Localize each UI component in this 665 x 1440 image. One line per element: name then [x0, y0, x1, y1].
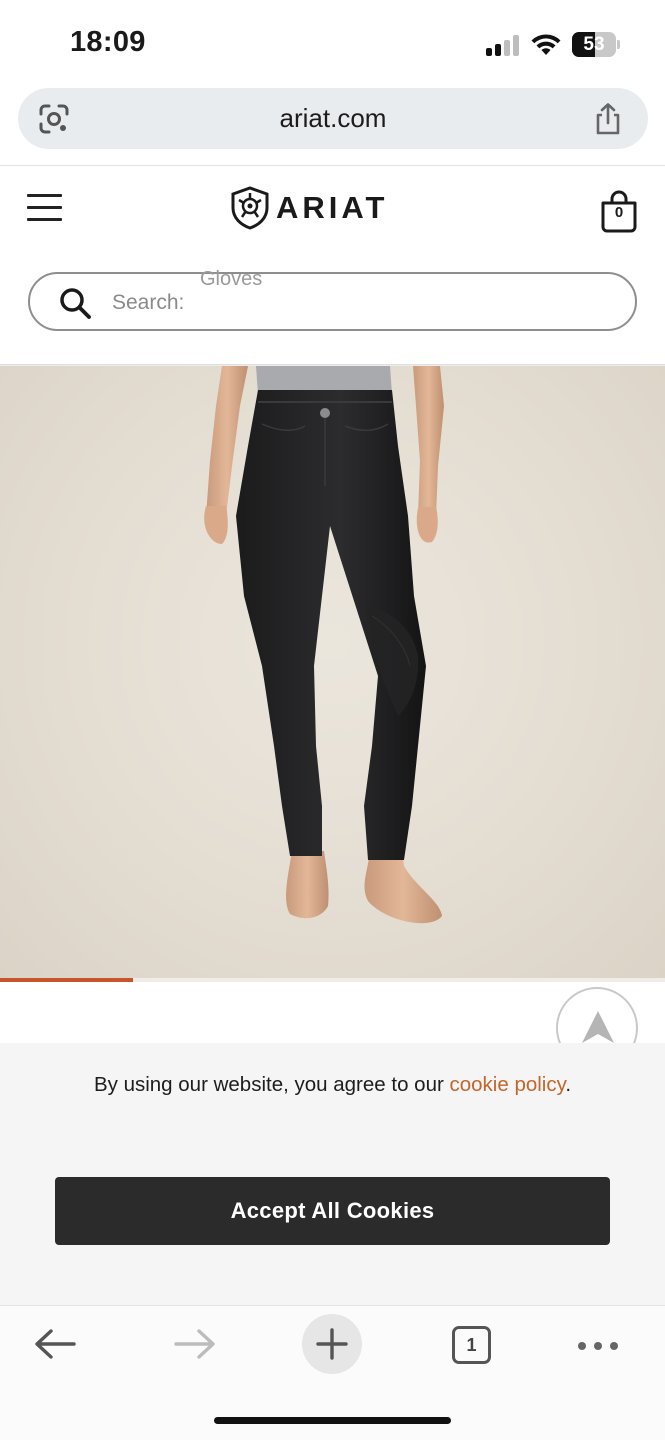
- battery-icon: 53: [572, 32, 620, 57]
- forward-button[interactable]: [170, 1322, 234, 1382]
- search-input[interactable]: [112, 286, 222, 320]
- search-box[interactable]: Gloves: [28, 268, 637, 331]
- wifi-icon: [531, 34, 561, 55]
- cookie-message: By using our website, you agree to our c…: [90, 1071, 575, 1099]
- hamburger-menu-icon[interactable]: [27, 194, 63, 222]
- url-text[interactable]: ariat.com: [18, 88, 648, 149]
- cellular-signal-icon: [486, 34, 520, 56]
- search-rotating-suggestion: Gloves: [200, 268, 263, 290]
- back-button[interactable]: [30, 1322, 94, 1382]
- forward-arrow-icon: [174, 1329, 215, 1359]
- gallery-progress-bar: [0, 978, 665, 982]
- tab-switcher-button[interactable]: 1: [452, 1326, 491, 1364]
- accept-all-cookies-button[interactable]: Accept All Cookies: [55, 1177, 610, 1245]
- ariat-logo[interactable]: ARIAT: [230, 186, 430, 232]
- shopping-bag-icon[interactable]: 0: [600, 190, 638, 234]
- status-bar: 18:09 53: [0, 0, 665, 86]
- cookie-policy-link[interactable]: cookie policy: [450, 1073, 566, 1096]
- logo-text: ARIAT: [276, 190, 389, 225]
- share-icon[interactable]: [592, 102, 624, 136]
- cookie-text: By using our website, you agree to our: [93, 1073, 444, 1096]
- riding-tights-photo: [204, 366, 444, 924]
- plus-icon: [316, 1328, 348, 1360]
- divider: [0, 165, 665, 166]
- arrow-up-icon: [582, 1011, 614, 1043]
- home-indicator: [214, 1417, 451, 1424]
- status-time: 18:09: [70, 26, 146, 58]
- address-bar[interactable]: ariat.com: [18, 88, 648, 149]
- cookie-banner: By using our website, you agree to our c…: [0, 1043, 665, 1305]
- ariat-shield-icon: [231, 186, 269, 230]
- magnifier-icon[interactable]: [58, 286, 92, 320]
- back-arrow-icon: [35, 1329, 76, 1359]
- tabs-count: 1: [466, 1335, 477, 1355]
- product-image[interactable]: [0, 366, 665, 980]
- new-tab-button[interactable]: [302, 1314, 362, 1374]
- battery-level: 53: [583, 34, 605, 55]
- cart-count: 0: [614, 204, 624, 221]
- gallery-progress-fill: [0, 978, 133, 982]
- more-dots-icon[interactable]: [578, 1342, 618, 1350]
- cookie-text-suffix: .: [565, 1073, 572, 1096]
